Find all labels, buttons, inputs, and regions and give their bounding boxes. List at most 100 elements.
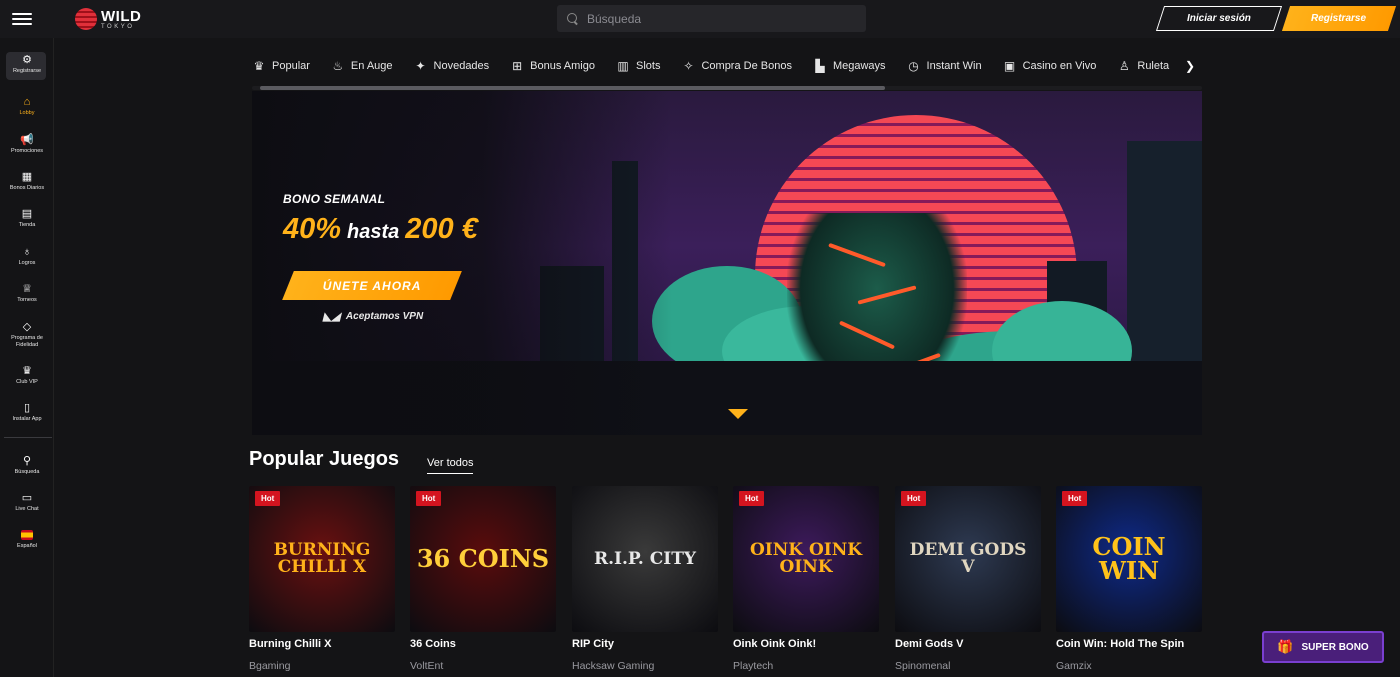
banner-fade xyxy=(252,91,672,435)
search-icon: ⚲ xyxy=(22,454,32,467)
sidebar-item-label: Programa de Fidelidad xyxy=(11,335,43,348)
see-all-link[interactable]: Ver todos xyxy=(427,457,474,474)
sidebar-item-espanol[interactable]: Español xyxy=(0,529,54,550)
game-thumbnail[interactable]: BURNING CHILLI X Hot xyxy=(249,486,395,632)
game-provider: Gamzix xyxy=(1056,660,1092,672)
banner-percent: 40% xyxy=(283,213,342,245)
game-artwork-title: BURNING CHILLI X xyxy=(273,540,371,577)
spain-flag-icon xyxy=(21,529,33,541)
sidebar-item-label: Torneos xyxy=(17,297,37,303)
register-button[interactable]: Registrarse xyxy=(1281,6,1397,31)
game-thumbnail[interactable]: 36 COINS Hot xyxy=(410,486,556,632)
game-provider: Bgaming xyxy=(249,660,291,672)
category-label: Ruleta xyxy=(1137,60,1170,72)
category-label: Instant Win xyxy=(926,60,982,72)
search-input[interactable] xyxy=(587,11,847,26)
category-label: Casino en Vivo xyxy=(1022,60,1097,72)
sidebar-item-label: Tienda xyxy=(18,222,36,228)
login-button-label: Iniciar sesión xyxy=(1187,13,1251,24)
sidebar-item-tienda[interactable]: ▤ Tienda xyxy=(0,208,54,229)
category-scrollbar-thumb[interactable] xyxy=(260,86,885,90)
gift-icon: 🎁 xyxy=(1277,639,1294,654)
search-bar[interactable] xyxy=(557,5,866,32)
login-button[interactable]: Iniciar sesión xyxy=(1155,6,1283,31)
sidebar-item-label: Bonos Diarios xyxy=(9,185,45,191)
category-casino-en-vivo[interactable]: ▣ Casino en Vivo xyxy=(1003,59,1097,73)
category-popular[interactable]: ♛ Popular xyxy=(252,59,310,73)
stopwatch-icon: ◷ xyxy=(908,59,919,73)
game-thumbnail[interactable]: DEMI GODS V Hot xyxy=(895,486,1041,632)
game-artwork-title: OINK OINK OINK xyxy=(749,540,863,577)
category-ruleta[interactable]: ♙ Ruleta xyxy=(1117,59,1169,73)
vpn-logo-icon: ◣◢ xyxy=(323,311,340,323)
shop-icon: ▤ xyxy=(21,207,33,220)
category-bonus-amigo[interactable]: ⊞ Bonus Amigo xyxy=(510,59,595,73)
sidebar-item-label: Live Chat xyxy=(15,506,39,512)
game-title[interactable]: Oink Oink Oink! xyxy=(733,638,879,650)
sidebar-item-busqueda[interactable]: ⚲ Búsqueda xyxy=(0,455,54,476)
sidebar-item-live-chat[interactable]: ▭ Live Chat xyxy=(0,492,54,513)
game-title[interactable]: 36 Coins xyxy=(410,638,556,650)
category-novedades[interactable]: ✦ Novedades xyxy=(414,59,489,73)
game-artwork-title: DEMI GODS V xyxy=(909,540,1027,577)
sidebar-item-label: Logros xyxy=(18,260,36,266)
game-card[interactable]: OINK OINK OINK Hot Oink Oink Oink! Playtech xyxy=(733,486,879,672)
category-next-icon[interactable]: ❯ xyxy=(1185,59,1199,73)
category-scrollbar[interactable] xyxy=(252,86,1202,90)
category-slots[interactable]: ▥ Slots xyxy=(616,59,660,73)
game-artwork-title: COIN WIN xyxy=(1092,532,1166,585)
game-card[interactable]: 36 COINS Hot 36 Coins VoltEnt xyxy=(410,486,556,672)
game-title[interactable]: RIP City xyxy=(572,638,718,650)
live-casino-icon: ▣ xyxy=(1003,59,1016,73)
megaphone-icon: 📢 xyxy=(20,133,34,146)
sidebar-item-instalar-app[interactable]: ▯ Instalar App xyxy=(0,402,54,423)
calendar-icon: ▦ xyxy=(21,170,33,183)
super-bono-button[interactable]: 🎁 SUPER BONO xyxy=(1262,631,1384,663)
sidebar: ⚙ Registrarse ⌂ Lobby 📢 Promociones ▦ Bo… xyxy=(0,38,54,677)
category-label: Compra De Bonos xyxy=(701,60,792,72)
game-artwork-title: R.I.P. CITY xyxy=(594,548,696,569)
home-icon: ⌂ xyxy=(23,95,31,108)
category-compra-de-bonos[interactable]: ✧ Compra De Bonos xyxy=(681,59,792,73)
sidebar-item-label: Búsqueda xyxy=(14,469,40,475)
sidebar-item-label: Promociones xyxy=(10,148,44,154)
game-card[interactable]: BURNING CHILLI X Hot Burning Chilli X Bgami… xyxy=(249,486,395,672)
bonus-buy-icon: ✧ xyxy=(683,59,694,73)
category-megaways[interactable]: ▙ Megaways xyxy=(813,59,885,73)
game-thumbnail[interactable]: R.I.P. CITY xyxy=(572,486,718,632)
register-icon: ⚙ xyxy=(22,53,32,66)
logo[interactable]: WILD TOKYO xyxy=(75,8,141,30)
game-provider: VoltEnt xyxy=(410,660,444,672)
crown-icon: ♛ xyxy=(22,364,32,377)
category-label: En Auge xyxy=(350,60,393,72)
gift-icon: ⊞ xyxy=(512,59,523,73)
game-title[interactable]: Coin Win: Hold The Spin xyxy=(1056,638,1202,650)
sidebar-item-registrarse[interactable]: ⚙ Registrarse xyxy=(0,54,54,75)
sidebar-item-club-vip[interactable]: ♛ Club VIP xyxy=(0,365,54,386)
logo-wild-text: WILD xyxy=(101,7,142,25)
game-card[interactable]: DEMI GODS V Hot Demi Gods V Spinomenal xyxy=(895,486,1041,672)
promo-banner[interactable]: BONO SEMANAL 40% hasta 200 € ÚNETE AHORA… xyxy=(252,91,1202,435)
logo-emblem xyxy=(75,8,97,30)
category-instant-win[interactable]: ◷ Instant Win xyxy=(907,59,982,73)
game-card[interactable]: COIN WIN Hot Coin Win: Hold The Spin Gamzix xyxy=(1056,486,1202,672)
sidebar-item-bonos-diarios[interactable]: ▦ Bonos Diarios xyxy=(0,171,54,192)
game-title[interactable]: Burning Chilli X xyxy=(249,638,395,650)
game-thumbnail[interactable]: COIN WIN Hot xyxy=(1056,486,1202,632)
megaways-icon: ▙ xyxy=(815,59,825,73)
sidebar-item-fidelidad[interactable]: ◇ Programa de Fidelidad xyxy=(0,321,54,348)
super-bono-label: SUPER BONO xyxy=(1301,641,1369,653)
sidebar-item-torneos[interactable]: ♕ Torneos xyxy=(0,283,54,304)
menu-icon[interactable] xyxy=(12,10,32,28)
join-now-button[interactable]: ÚNETE AHORA xyxy=(282,271,462,300)
game-card[interactable]: R.I.P. CITY RIP City Hacksaw Gaming xyxy=(572,486,718,672)
sidebar-item-logros[interactable]: ♁ Logros xyxy=(0,246,54,267)
phone-icon: ▯ xyxy=(23,401,31,414)
game-title[interactable]: Demi Gods V xyxy=(895,638,1041,650)
game-thumbnail[interactable]: OINK OINK OINK Hot xyxy=(733,486,879,632)
games-row: BURNING CHILLI X Hot Burning Chilli X Bgami… xyxy=(249,486,1202,677)
category-en-auge[interactable]: ♨ En Auge xyxy=(331,59,393,73)
sidebar-item-promociones[interactable]: 📢 Promociones xyxy=(0,134,54,155)
sidebar-item-lobby[interactable]: ⌂ Lobby xyxy=(0,96,54,117)
banner-indicator-icon[interactable] xyxy=(728,409,748,419)
